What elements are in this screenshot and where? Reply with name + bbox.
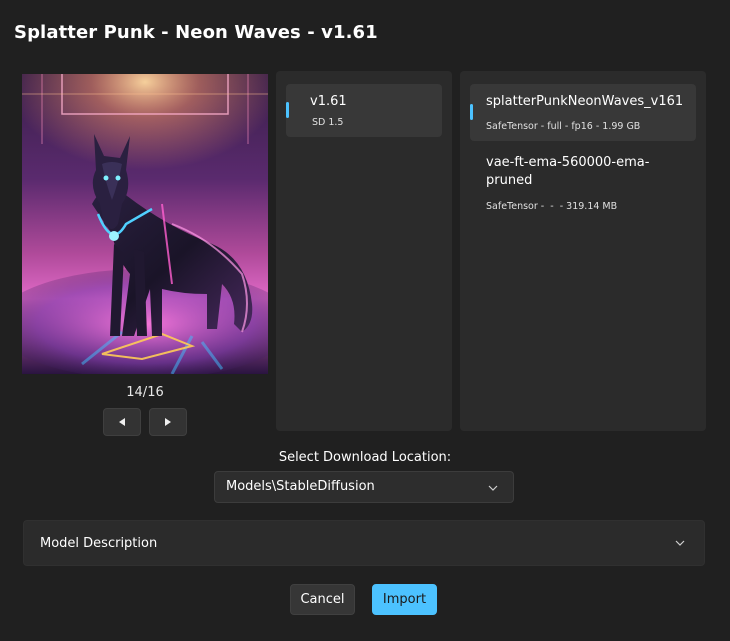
- caret-left-icon: [119, 418, 125, 426]
- model-preview-image: [22, 74, 268, 374]
- model-description-expander[interactable]: Model Description: [23, 520, 705, 566]
- caret-right-icon: [165, 418, 171, 426]
- selection-indicator: [286, 102, 289, 118]
- download-location-dropdown[interactable]: Models\StableDiffusion: [214, 471, 514, 503]
- version-item[interactable]: v1.61 SD 1.5: [286, 84, 442, 137]
- chevron-down-icon: [675, 540, 685, 546]
- next-image-button[interactable]: [149, 408, 187, 436]
- chevron-down-icon: [488, 485, 498, 491]
- download-location-label: Select Download Location:: [278, 450, 452, 465]
- file-meta: SafeTensor - full - fp16 - 1.99 GB: [486, 121, 641, 132]
- version-name: v1.61: [310, 94, 347, 109]
- expander-title: Model Description: [40, 536, 158, 551]
- dialog-title: Splatter Punk - Neon Waves - v1.61: [14, 22, 378, 43]
- cancel-button[interactable]: Cancel: [290, 584, 355, 615]
- import-model-dialog: Splatter Punk - Neon Waves - v1.61 14/16…: [0, 0, 730, 641]
- file-meta: SafeTensor - - - 319.14 MB: [486, 201, 618, 212]
- previous-image-button[interactable]: [103, 408, 141, 436]
- file-name: splatterPunkNeonWaves_v161: [486, 94, 684, 109]
- version-base-model: SD 1.5: [312, 117, 344, 128]
- file-name: vae-ft-ema-560000-ema-pruned: [486, 155, 650, 188]
- file-item[interactable]: vae-ft-ema-560000-ema-pruned SafeTensor …: [470, 151, 696, 221]
- file-item[interactable]: splatterPunkNeonWaves_v161 SafeTensor - …: [470, 84, 696, 141]
- files-list: splatterPunkNeonWaves_v161 SafeTensor - …: [460, 71, 706, 431]
- versions-list: v1.61 SD 1.5: [276, 71, 452, 431]
- download-location-value: Models\StableDiffusion: [226, 479, 375, 494]
- selection-indicator: [470, 104, 473, 120]
- import-button[interactable]: Import: [372, 584, 437, 615]
- image-page-counter: 14/16: [126, 385, 164, 400]
